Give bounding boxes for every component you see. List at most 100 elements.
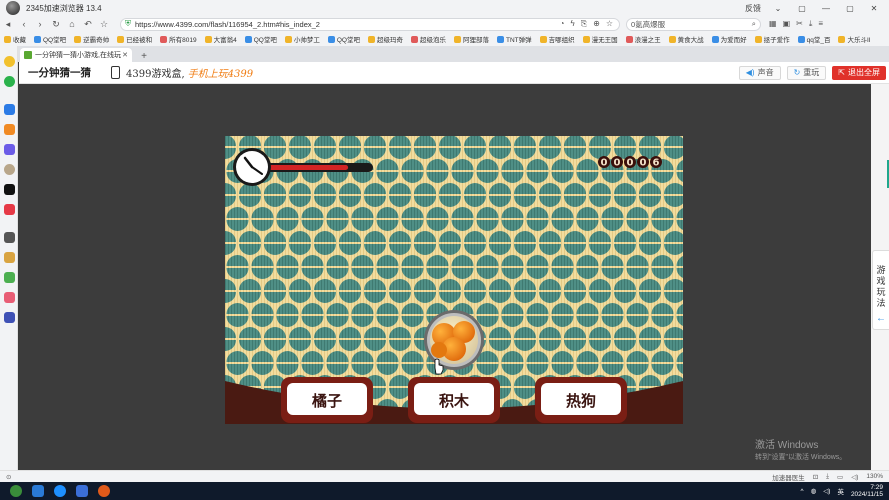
home-icon[interactable]: ⌂ (64, 19, 80, 29)
layout-icon[interactable]: ▭ (837, 473, 843, 481)
dropdown-icon[interactable]: ⌄ (771, 4, 785, 13)
share-icon[interactable]: ⎘ (581, 19, 587, 29)
screenshot-icon[interactable]: ⊡ (813, 473, 818, 481)
menu-icon[interactable]: ≡ (818, 19, 823, 29)
game-rules-tab[interactable]: 游 戏 玩 法 ← (872, 250, 889, 330)
sound-button[interactable]: ◀) 声音 (738, 65, 781, 80)
answer-button-1[interactable]: 橘子 (281, 377, 373, 423)
bookmark-item[interactable]: 黄食大战 (668, 34, 704, 44)
bookmark-item[interactable]: 小帅梦工 (284, 34, 320, 44)
bookmark-item[interactable]: 漫无王国 (582, 34, 618, 44)
maximize-button[interactable]: ▢ (843, 4, 857, 13)
tray-network-icon[interactable]: ◍ (811, 487, 817, 495)
taskbar-browser-icon[interactable] (10, 485, 22, 497)
star-icon[interactable]: ☆ (96, 19, 112, 30)
status-left-icon[interactable]: ⊙ (6, 473, 11, 481)
game-stage[interactable]: 00006 橘子 积木 热狗 (225, 136, 683, 424)
extensions-icon[interactable]: ▣ (783, 19, 791, 29)
bookmark-item[interactable]: 逆霸奇帅 (74, 34, 109, 44)
arrow-left-icon: ← (876, 313, 886, 324)
sidebar-toggle-icon[interactable]: ◂ (0, 19, 16, 30)
avatar-app-icon[interactable] (4, 164, 15, 175)
promo-highlight[interactable]: 手机上玩4399 (188, 65, 253, 80)
taskbar-app-icon[interactable] (54, 485, 66, 497)
bookmark-item[interactable]: 超级玛奇 (367, 34, 403, 44)
score-digit: 0 (614, 158, 621, 169)
download-status-icon[interactable]: ⤓ (826, 473, 829, 481)
game-center-icon[interactable] (4, 124, 15, 135)
feedback-button[interactable]: 反馈 (745, 3, 761, 14)
clock[interactable]: 7:29 2024/11/15 (851, 484, 883, 499)
bookmark-item[interactable]: QQ堂吧 (34, 34, 66, 44)
game-app-icon-4[interactable] (4, 292, 15, 303)
tray-language[interactable]: 英 (837, 486, 844, 496)
bookmark-item[interactable]: 超级泡乐 (410, 34, 446, 44)
tiktok-icon[interactable] (4, 184, 15, 195)
zoom-level[interactable]: 130% (866, 473, 883, 480)
scissors-icon[interactable]: ✂ (796, 19, 803, 29)
exit-fullscreen-button[interactable]: ⇱ 退出全屏 (832, 65, 886, 80)
back-icon[interactable]: ‹ (16, 19, 32, 29)
promo-text[interactable]: 4399游戏盒, (126, 65, 185, 80)
rule-char-1: 游 (876, 265, 886, 275)
tab-active[interactable]: 一分钟猜一猜小游戏,在线玩 ✕ (20, 48, 132, 62)
answer-button-3[interactable]: 热狗 (535, 377, 627, 423)
bookmark-item[interactable]: 浪漫之王 (625, 34, 661, 44)
favorites-star-icon[interactable] (4, 56, 15, 67)
search-icon[interactable]: ⌕ (752, 19, 756, 29)
bookmark-item[interactable]: 已经被和 (117, 34, 152, 44)
bookmark-label: 吉哪组织 (548, 37, 575, 44)
speed-icon[interactable]: ◔ (560, 19, 565, 29)
reload-icon[interactable]: ↻ (48, 19, 64, 30)
rule-char-2: 戏 (876, 276, 886, 286)
replay-label: 重玩 (803, 68, 820, 77)
search-input[interactable]: 0氪高爆服 ⌕ (626, 17, 761, 31)
bookmark-item[interactable]: 所有8019 (160, 34, 197, 44)
bookmark-item[interactable]: 拯子爱作 (754, 34, 790, 44)
bookmark-item[interactable]: 阿狸部落 (453, 34, 489, 44)
lightning-icon[interactable]: ϟ (570, 19, 574, 29)
tray-volume-icon[interactable]: ◁) (823, 487, 830, 495)
taskbar-qq-icon[interactable] (76, 485, 88, 497)
url-input[interactable]: ⛨ https://www.4399.com/flash/116954_2.ht… (120, 17, 620, 31)
close-window-button[interactable]: ✕ (867, 4, 881, 13)
taskbar-edge-icon[interactable] (32, 485, 44, 497)
forward-icon[interactable]: › (32, 19, 48, 29)
bookmark-item[interactable]: 为爱而好 (711, 34, 747, 44)
tray-up-icon[interactable]: ^ (801, 488, 804, 495)
bookmark-item[interactable]: 大富翁4 (204, 34, 237, 44)
bookmark-favicon-icon (754, 35, 762, 43)
answer-button-2[interactable]: 积木 (408, 377, 500, 423)
undo-icon[interactable]: ↶ (80, 19, 96, 30)
rule-char-4: 法 (876, 298, 886, 308)
bookmark-item[interactable]: QQ堂吧 (327, 34, 360, 44)
game-app-icon-5[interactable] (4, 312, 15, 323)
zoom-icon[interactable]: ⊕ (593, 19, 600, 29)
bookmark-favorites[interactable]: 收藏 (4, 34, 26, 44)
new-tab-button[interactable]: + (136, 51, 152, 62)
tab-favicon-icon (24, 51, 32, 59)
hot-icon[interactable] (4, 204, 15, 215)
game-app-icon-2[interactable] (4, 252, 15, 263)
taskbar-game-icon[interactable] (98, 485, 110, 497)
discord-icon[interactable] (4, 144, 15, 155)
game-app-icon-3[interactable] (4, 272, 15, 283)
app-store-icon[interactable] (4, 104, 15, 115)
bookmark-item[interactable]: qq堂_百 (797, 34, 830, 44)
bookmark-item[interactable]: QQ堂吧 (244, 34, 277, 44)
bookmark-star-icon[interactable]: ☆ (606, 19, 613, 29)
bookmark-item[interactable]: 大乐斗II (838, 34, 871, 44)
accelerator-label[interactable]: 加速器医生 (772, 472, 805, 482)
pin-icon[interactable]: ▢ (795, 4, 809, 13)
bookmark-item[interactable]: TNT弹弹 (496, 34, 532, 44)
sound-status-icon[interactable]: ◁) (851, 473, 858, 481)
game-app-icon[interactable] (4, 232, 15, 243)
apps-grid-icon[interactable]: ▦ (769, 19, 777, 29)
bookmark-item[interactable]: 吉哪组织 (539, 34, 575, 44)
replay-button[interactable]: ↻ 重玩 (786, 65, 827, 80)
minimize-button[interactable]: — (819, 4, 833, 13)
tab-close-icon[interactable]: ✕ (122, 51, 128, 59)
status-bar: ⊙ 加速器医生 ⊡ ⤓ ▭ ◁) 130% (0, 470, 889, 482)
wechat-icon[interactable] (4, 76, 15, 87)
download-icon[interactable]: ⤓ (809, 19, 813, 29)
